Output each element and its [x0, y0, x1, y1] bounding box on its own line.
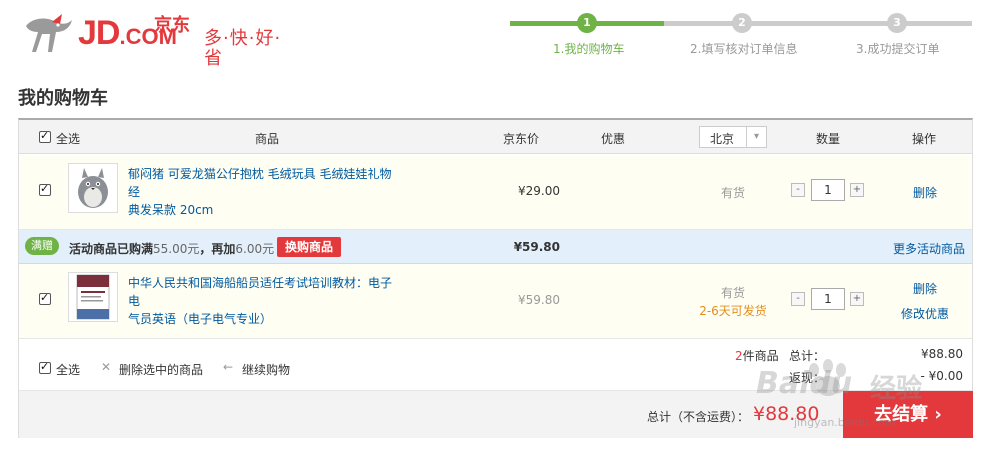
- product-price: ¥59.80: [518, 293, 560, 307]
- step-2-label: 2.填写核对订单信息: [690, 42, 798, 56]
- step-3-label: 3.成功提交订单: [856, 42, 940, 56]
- quantity-plus-button[interactable]: +: [850, 183, 864, 197]
- product-name-line: 郁闷猪 可爱龙猫公仔抱枕 毛绒玩具 毛绒娃娃礼物 经: [128, 167, 392, 199]
- step-2-dot: 2: [732, 13, 752, 33]
- step-3-dot: 3: [887, 13, 907, 33]
- select-all-checkbox-bottom[interactable]: [39, 360, 51, 374]
- select-all-label[interactable]: 全选: [56, 130, 80, 147]
- progress-line-inactive: [664, 21, 972, 26]
- jd-dog-mascot-icon: [26, 14, 72, 52]
- chevron-right-icon: ›: [934, 404, 942, 425]
- continue-shopping-link[interactable]: 继续购物: [242, 361, 290, 378]
- arrow-left-icon: ←: [223, 360, 234, 374]
- book-cover-icon: [76, 274, 110, 320]
- rebate-label: 返现：: [789, 371, 826, 385]
- item-checkbox[interactable]: [39, 291, 51, 305]
- shipping-estimate: 2-6天可发货: [699, 304, 767, 318]
- delete-item-link[interactable]: 删除: [885, 280, 965, 297]
- page-title: 我的购物车: [18, 88, 108, 109]
- select-all-label-bottom[interactable]: 全选: [56, 361, 80, 378]
- stock-status: 有货: [720, 286, 745, 300]
- column-action: 操作: [912, 132, 937, 146]
- total-value: ¥88.80: [921, 347, 963, 361]
- product-image[interactable]: [68, 272, 118, 322]
- edit-discount-link[interactable]: 修改优惠: [885, 305, 965, 322]
- close-icon: ✕: [101, 360, 112, 374]
- quantity-minus-button[interactable]: -: [791, 183, 805, 197]
- city-value: 北京: [710, 132, 735, 146]
- product-name-line: 中华人民共和国海船船员适任考试培训教材：电子电: [128, 276, 393, 308]
- checkout-bar: 总计（不含运费）： ¥88.80 去结算 ›: [19, 391, 973, 438]
- item-checkbox[interactable]: [39, 182, 51, 196]
- total-label: 总计：: [789, 349, 826, 363]
- cart-summary: 全选 ✕ 删除选中的商品 ← 继续购物 2件商品 总计： ¥88.80 返现： …: [19, 339, 972, 391]
- swap-goods-button[interactable]: 换购商品: [277, 237, 342, 257]
- quantity-stepper: - 1 +: [791, 288, 871, 310]
- quantity-minus-button[interactable]: -: [791, 292, 805, 306]
- cart-table-header: 全选 商品 京东价 优惠 北京 ▾ 数量 操作: [19, 120, 972, 154]
- totoro-plush-icon: [78, 168, 108, 208]
- quantity-input[interactable]: 1: [811, 179, 845, 201]
- checkout-button[interactable]: 去结算 ›: [843, 391, 973, 438]
- stock-status: 有货: [720, 186, 745, 200]
- item-count: 2件商品: [735, 349, 779, 363]
- jd-logo[interactable]: JD.COM 京东 多·快·好·省: [22, 12, 292, 69]
- column-discount: 优惠: [601, 132, 626, 146]
- chevron-down-icon: ▾: [746, 127, 766, 147]
- jd-logo-cn: 京东: [154, 15, 190, 36]
- promo-text: 活动商品已购满55.00元，再加6.00元: [69, 242, 275, 256]
- delete-selected-link[interactable]: 删除选中的商品: [119, 361, 203, 378]
- column-product: 商品: [255, 132, 280, 146]
- column-quantity: 数量: [816, 132, 841, 146]
- checkout-progress: 1 2 3 1.我的购物车 2.填写核对订单信息 3.成功提交订单: [510, 12, 972, 62]
- cart-table: 全选 商品 京东价 优惠 北京 ▾ 数量 操作 郁闷猪 可爱龙猫公仔抱枕 毛绒玩…: [18, 118, 973, 438]
- promo-subtotal: ¥59.80: [513, 240, 560, 254]
- cart-item-row: 中华人民共和国海船船员适任考试培训教材：电子电 气员英语（电子电气专业） ¥59…: [19, 264, 972, 339]
- product-name-link[interactable]: 郁闷猪 可爱龙猫公仔抱枕 毛绒玩具 毛绒娃娃礼物 经 典发呆款 20cm: [128, 165, 403, 219]
- step-1-dot: 1: [577, 13, 597, 33]
- grand-total-value: ¥88.80: [753, 403, 820, 425]
- select-all-checkbox[interactable]: [39, 129, 51, 143]
- product-name-line: 典发呆款 20cm: [128, 203, 214, 217]
- grand-total-label: 总计（不含运费）：: [647, 410, 750, 424]
- quantity-plus-button[interactable]: +: [850, 292, 864, 306]
- product-image[interactable]: [68, 163, 118, 213]
- cart-item-row: 郁闷猪 可爱龙猫公仔抱枕 毛绒玩具 毛绒娃娃礼物 经 典发呆款 20cm ¥29…: [19, 155, 972, 230]
- step-1-label: 1.我的购物车: [553, 42, 625, 56]
- product-name-line: 气员英语（电子电气专业）: [128, 312, 273, 326]
- column-price: 京东价: [503, 132, 540, 146]
- city-select[interactable]: 北京 ▾: [699, 126, 767, 148]
- product-name-link[interactable]: 中华人民共和国海船船员适任考试培训教材：电子电 气员英语（电子电气专业）: [128, 274, 403, 328]
- promotion-row: 满赠 活动商品已购满55.00元，再加6.00元 换购商品 ¥59.80 更多活…: [19, 230, 972, 264]
- product-price: ¥29.00: [518, 184, 560, 198]
- more-promo-link[interactable]: 更多活动商品: [893, 240, 965, 257]
- delete-item-link[interactable]: 删除: [885, 184, 965, 201]
- rebate-value: - ¥0.00: [920, 369, 964, 383]
- quantity-input[interactable]: 1: [811, 288, 845, 310]
- slogan: 多·快·好·省: [204, 28, 282, 69]
- promo-badge: 满赠: [25, 237, 59, 255]
- quantity-stepper: - 1 +: [791, 179, 871, 201]
